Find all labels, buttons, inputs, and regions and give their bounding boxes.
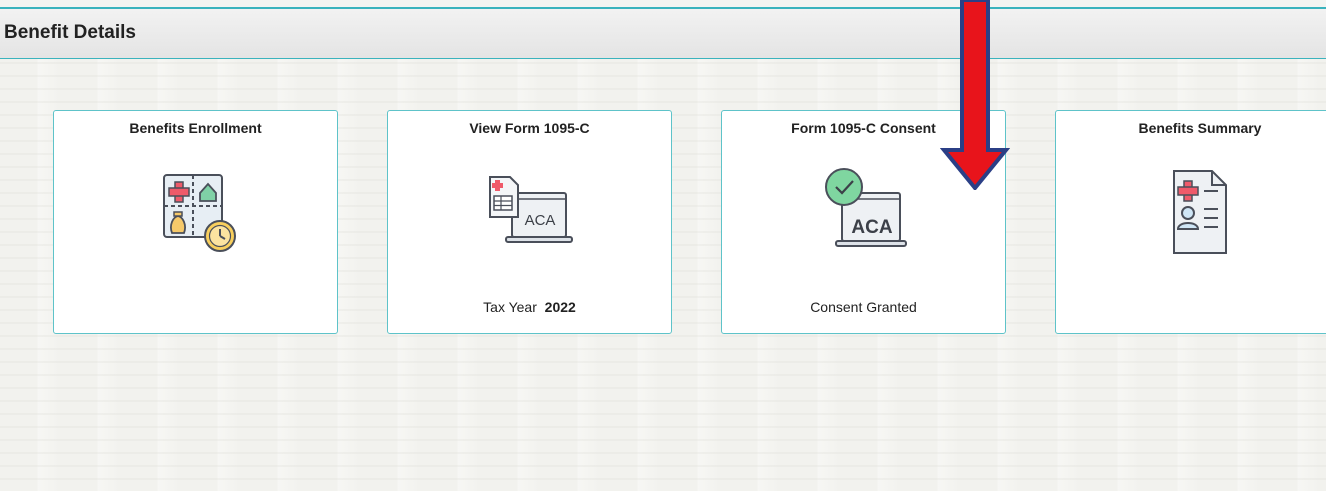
consent-aca-icon: ACA bbox=[814, 167, 914, 268]
tax-year-value: 2022 bbox=[544, 299, 576, 315]
aca-icon-text: ACA bbox=[524, 212, 555, 229]
red-arrow-annotation bbox=[940, 0, 1010, 190]
tile-view-form-1095c[interactable]: View Form 1095-C ACA Tax Year 2022 bbox=[387, 110, 672, 334]
tax-year-text: Tax Year bbox=[483, 299, 537, 315]
tile-title: Benefits Summary bbox=[1138, 120, 1262, 136]
tile-benefits-enrollment[interactable]: Benefits Enrollment bbox=[53, 110, 338, 334]
aca-icon-text: ACA bbox=[851, 217, 892, 238]
form-1095c-aca-icon: ACA bbox=[480, 167, 580, 262]
benefits-enrollment-icon bbox=[148, 167, 244, 262]
consent-status: Consent Granted bbox=[810, 299, 917, 315]
tile-title: Benefits Enrollment bbox=[129, 120, 262, 136]
page-title: Benefit Details bbox=[4, 22, 136, 43]
tile-title: View Form 1095-C bbox=[469, 120, 590, 136]
benefits-summary-icon bbox=[1160, 167, 1240, 262]
tile-benefits-summary[interactable]: Benefits Summary bbox=[1055, 110, 1326, 334]
tax-year-label: Tax Year 2022 bbox=[388, 299, 671, 315]
page-header: Benefit Details bbox=[0, 9, 1326, 59]
